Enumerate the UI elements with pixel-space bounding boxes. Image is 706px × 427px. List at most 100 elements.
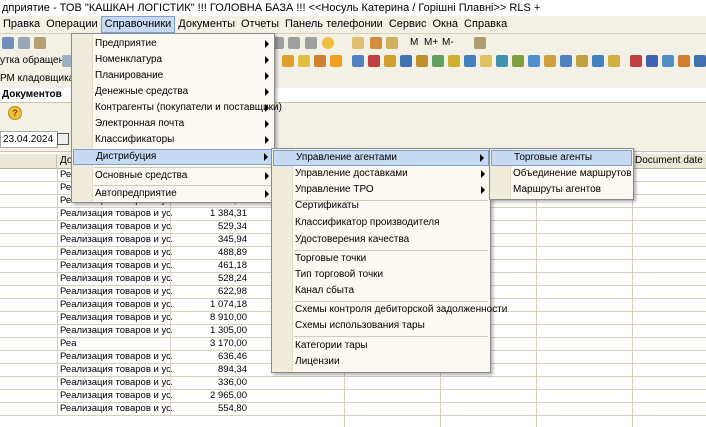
memory-plus-button[interactable]: M+ [424, 34, 438, 52]
menu-item-agent-management[interactable]: Управление агентами [273, 150, 489, 166]
table-row[interactable]: Реализация товаров и услу...2 965,00 [0, 390, 706, 403]
box-icon[interactable] [330, 55, 342, 67]
menu-item-container-schemes[interactable]: Схемы использования тары [273, 318, 489, 334]
menu-item-motor-transport[interactable]: Автопредприятие [73, 186, 273, 202]
settings-icon[interactable] [662, 55, 674, 67]
menu-item-delivery-management[interactable]: Управление доставками [273, 166, 489, 182]
menu-item-enterprise[interactable]: Предприятие [73, 36, 273, 52]
menu-item-agent-routes[interactable]: Маршруты агентов [491, 182, 632, 198]
report-icon[interactable] [464, 55, 476, 67]
coin-icon[interactable] [282, 55, 294, 67]
menu-edit[interactable]: Правка [0, 16, 43, 33]
menu-operations[interactable]: Операции [43, 16, 100, 33]
distribution-submenu: Управление агентами Управление доставкам… [271, 148, 507, 373]
sync-icon[interactable] [592, 55, 604, 67]
stock-icon[interactable] [432, 55, 444, 67]
replace-icon[interactable] [288, 37, 300, 49]
invoice-icon[interactable] [400, 55, 412, 67]
menu-directories[interactable]: Справочники [100, 16, 176, 33]
receipt-icon[interactable] [384, 55, 396, 67]
cell-amount: 461,18 [170, 260, 247, 272]
cell-document: Реализация товаров и услу... [57, 234, 172, 246]
menu-item-counterparties[interactable]: Контрагенты (покупатели и поставщики) [73, 100, 282, 116]
calendar-icon[interactable] [386, 37, 398, 49]
import-icon[interactable] [576, 55, 588, 67]
close-doc-icon[interactable] [630, 55, 642, 67]
transfer-icon[interactable] [368, 55, 380, 67]
menu-item-distribution[interactable]: Дистрибуция [73, 149, 273, 165]
lock-icon[interactable] [678, 55, 690, 67]
menu-item-quality-certificates[interactable]: Удостоверения качества [273, 232, 489, 248]
folder-icon[interactable] [480, 55, 492, 67]
date-field[interactable]: 23.04.2024 [0, 131, 58, 148]
print-icon[interactable] [544, 55, 556, 67]
list-icon[interactable] [528, 55, 540, 67]
info-icon[interactable] [322, 37, 334, 49]
cell-amount: 528,24 [170, 273, 247, 285]
arrows-icon[interactable] [352, 55, 364, 67]
menu-documents[interactable]: Документы [175, 16, 238, 33]
menu-item-container-categories[interactable]: Категории тары [273, 338, 489, 354]
cell-amount: 529,34 [170, 221, 247, 233]
cell-amount: 345,94 [170, 234, 247, 246]
cell-document: Реализация товаров и услу... [57, 247, 172, 259]
menu-item-sales-channel[interactable]: Канал сбыта [273, 283, 489, 299]
calc-icon[interactable] [370, 37, 382, 49]
menu-service[interactable]: Сервис [386, 16, 430, 33]
help-icon[interactable]: ? [8, 106, 22, 120]
money-icon[interactable] [298, 55, 310, 67]
cell-amount: 2 965,00 [170, 390, 247, 402]
table-icon[interactable] [352, 37, 364, 49]
menu-item-route-merge[interactable]: Объединение маршрутов [491, 166, 632, 182]
menu-item-fixed-assets[interactable]: Основные средства [73, 168, 273, 184]
document-list-title: Документов [2, 89, 62, 100]
cell-amount: 622,98 [170, 286, 247, 298]
column-header-marker[interactable] [0, 154, 57, 169]
column-header-document-date[interactable]: Document date [632, 154, 706, 169]
menu-item-debt-control-schemes[interactable]: Схемы контроля дебиторской задолженности [273, 302, 507, 318]
refresh-icon[interactable] [496, 55, 508, 67]
menu-item-tro-management[interactable]: Управление ТРО [273, 182, 489, 198]
menu-reports[interactable]: Отчеты [238, 16, 282, 33]
menu-item-cash[interactable]: Денежные средства [73, 84, 273, 100]
menu-item-licenses[interactable]: Лицензии [273, 354, 489, 370]
menu-item-email[interactable]: Электронная почта [73, 116, 273, 132]
calendar-button-icon[interactable] [57, 133, 69, 145]
cell-document: Реализация товаров и услу... [57, 364, 172, 376]
warehouse-icon[interactable] [448, 55, 460, 67]
memory-button[interactable]: M [410, 34, 418, 52]
tools-icon[interactable] [474, 37, 486, 49]
table-row[interactable]: Реализация товаров и услу...336,00 [0, 377, 706, 390]
menu-item-planning[interactable]: Планирование [73, 68, 273, 84]
cell-amount: 488,89 [170, 247, 247, 259]
cut-icon[interactable] [2, 37, 14, 49]
order-icon[interactable] [416, 55, 428, 67]
directories-menu: Предприятие Номенклатура Планирование Де… [71, 33, 282, 203]
archive-icon[interactable] [608, 55, 620, 67]
menu-item-nomenclature[interactable]: Номенклатура [73, 52, 273, 68]
memory-minus-button[interactable]: M- [442, 34, 454, 52]
cell-document: Реализация товаров и услу... [57, 403, 172, 415]
cell-amount: 1 384,31 [170, 208, 247, 220]
storekeeper-button[interactable]: РМ кладовщика [0, 70, 74, 88]
check-icon[interactable] [512, 55, 524, 67]
table-row[interactable]: Реализация товаров и услу...554,80 [0, 403, 706, 416]
menu-item-outlet-type[interactable]: Тип торговой точки [273, 267, 489, 283]
menu-item-classifiers[interactable]: Классификаторы [73, 132, 273, 148]
copy-icon[interactable] [18, 37, 30, 49]
export-icon[interactable] [560, 55, 572, 67]
menu-telephony[interactable]: Панель телефонии [282, 16, 386, 33]
menu-item-sales-agents[interactable]: Торговые агенты [491, 150, 632, 166]
menu-item-certificates[interactable]: Сертификаты [273, 198, 489, 214]
menu-windows[interactable]: Окна [429, 16, 461, 33]
cell-document: Реализация товаров и услу... [57, 260, 172, 272]
user-icon[interactable] [646, 55, 658, 67]
cart-icon[interactable] [314, 55, 326, 67]
cell-document: Реализация товаров и услу... [57, 273, 172, 285]
window-icon[interactable] [694, 55, 706, 67]
goto-icon[interactable] [305, 37, 317, 49]
menu-help[interactable]: Справка [461, 16, 510, 33]
menu-item-outlets[interactable]: Торговые точки [273, 251, 489, 267]
paste-icon[interactable] [34, 37, 46, 49]
menu-item-manufacturer-classifier[interactable]: Классификатор производителя [273, 215, 489, 231]
